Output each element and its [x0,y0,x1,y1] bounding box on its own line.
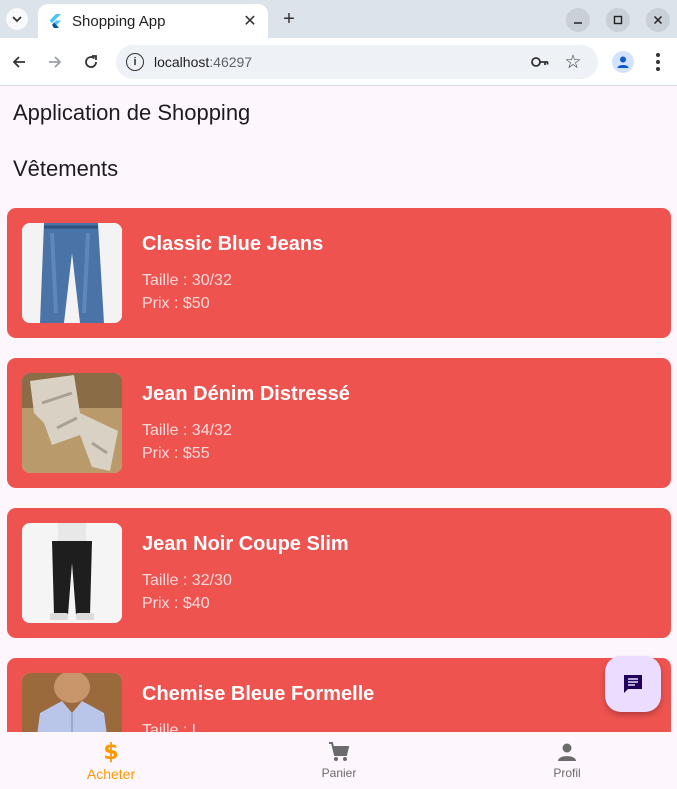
reload-button[interactable] [79,50,103,74]
product-image [22,673,122,732]
product-card[interactable]: Chemise Bleue Formelle Taille : L [7,658,671,732]
product-price: Prix : $50 [142,295,210,312]
browser-tab[interactable]: Shopping App ✕ [38,4,268,38]
product-card[interactable]: Jean Noir Coupe Slim Taille : 32/30 Prix… [7,508,671,638]
product-size: Taille : L [142,722,201,732]
product-image [22,523,122,623]
arrow-left-icon [12,56,25,68]
url-host: localhost [154,54,210,70]
product-price: Prix : $40 [142,595,210,612]
chat-fab-button[interactable] [605,656,661,712]
product-price: Prix : $55 [142,445,210,462]
address-bar[interactable]: i localhost:46297 ☆ [116,45,598,79]
nav-item-profil[interactable]: Profil [507,732,627,789]
section-title: Vêtements [13,156,119,181]
new-tab-button[interactable]: + [278,8,300,30]
nav-label: Panier [321,766,357,780]
maximize-icon [613,15,623,25]
product-card[interactable]: Jean Dénim Distressé Taille : 34/32 Prix… [7,358,671,488]
arrow-right-icon [49,56,62,68]
flutter-icon [48,14,62,28]
minimize-icon [574,22,582,24]
tab-title: Shopping App [72,12,166,30]
close-tab-icon[interactable]: ✕ [240,11,260,31]
product-name: Classic Blue Jeans [142,233,324,255]
product-image [22,373,122,473]
dollar-icon: $ [103,739,119,765]
person-icon [617,56,629,68]
back-button[interactable] [7,50,31,74]
nav-label: Acheter [86,766,136,782]
reload-icon [85,55,97,68]
product-card[interactable]: Classic Blue Jeans Taille : 30/32 Prix :… [7,208,671,338]
product-size: Taille : 34/32 [142,422,232,439]
key-icon[interactable] [530,53,550,71]
nav-label: Profil [553,766,581,780]
browser-menu-button[interactable] [650,50,666,74]
product-size: Taille : 32/30 [142,572,232,589]
tab-search-button[interactable] [6,8,28,30]
minimize-button[interactable] [566,8,590,32]
profile-avatar-button[interactable] [612,51,634,73]
url-port: :46297 [209,54,253,70]
product-size: Taille : 30/32 [142,272,232,289]
forward-button[interactable] [43,50,67,74]
maximize-button[interactable] [606,8,630,32]
browser-tab-bar: Shopping App ✕ + [0,0,677,38]
bottom-navigation: $ Acheter Panier Profil [0,732,677,789]
bookmark-star-icon[interactable]: ☆ [562,51,584,73]
site-info-icon[interactable]: i [126,53,144,71]
browser-toolbar: i localhost:46297 ☆ [0,38,677,86]
cart-icon [327,740,351,764]
chat-message-icon [624,675,642,693]
nav-item-acheter[interactable]: $ Acheter [51,732,171,789]
close-icon [653,15,663,25]
product-name: Chemise Bleue Formelle [142,683,375,705]
product-image [22,223,122,323]
close-window-button[interactable] [646,8,670,32]
app-title: Application de Shopping [13,100,251,125]
nav-item-panier[interactable]: Panier [279,732,399,789]
app-body: Application de Shopping Vêtements Classi… [0,86,677,732]
product-name: Jean Noir Coupe Slim [142,533,349,555]
chevron-down-icon [12,16,22,23]
person-icon [555,740,579,764]
product-name: Jean Dénim Distressé [142,383,350,405]
